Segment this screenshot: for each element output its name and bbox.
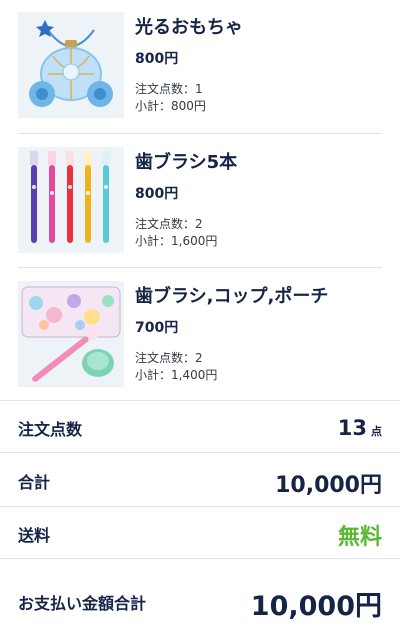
item-subtotal: 小計：1,400円: [135, 368, 218, 382]
item-subtotal: 小計：800円: [135, 99, 206, 113]
order-count-row: 注文点数 13 点: [18, 400, 382, 452]
order-count-number: 13: [337, 416, 367, 440]
toothbrush-cup-pouch-icon: [18, 281, 124, 387]
product-price: 700円: [135, 320, 179, 336]
product-image-toothbrushes: [18, 147, 124, 253]
shipping-row: 送料 無料: [18, 506, 382, 558]
grand-total-label: お支払い金額合計: [18, 594, 147, 613]
total-value: 10,000円: [275, 473, 382, 498]
product-name[interactable]: 歯ブラシ5本: [135, 151, 382, 175]
grand-total-row: お支払い金額合計 10,000円: [18, 558, 382, 626]
grand-total-value: 10,000円: [250, 591, 382, 622]
order-quantity: 注文点数：2: [135, 217, 203, 231]
total-row: 合計 10,000円: [18, 452, 382, 506]
shipping-value: 無料: [337, 525, 382, 550]
toothbrush-set-icon: [18, 147, 124, 253]
item-subtotal: 小計：1,600円: [135, 234, 218, 248]
order-quantity: 注文点数：1: [135, 82, 203, 96]
product-price: 800円: [135, 186, 179, 202]
total-label: 合計: [18, 473, 51, 492]
order-count-label: 注文点数: [18, 420, 83, 439]
order-count-unit: 点: [371, 425, 382, 438]
cart-item: 光るおもちゃ 800円 注文点数：1 小計：800円: [18, 12, 382, 142]
order-quantity: 注文点数：2: [135, 351, 203, 365]
product-name[interactable]: 歯ブラシ,コップ,ポーチ: [135, 285, 382, 309]
shipping-label: 送料: [18, 526, 51, 545]
order-summary-page: 光るおもちゃ 800円 注文点数：1 小計：800円 歯ブラシ5本 800円 注…: [0, 0, 400, 626]
divider: [18, 267, 382, 268]
product-image-toothbrush-cup-pouch: [18, 281, 124, 387]
light-toy-icon: [18, 12, 124, 118]
cart-item: 歯ブラシ5本 800円 注文点数：2 小計：1,600円: [18, 147, 382, 277]
cart-item: 歯ブラシ,コップ,ポーチ 700円 注文点数：2 小計：1,400円: [18, 281, 382, 411]
product-name[interactable]: 光るおもちゃ: [135, 16, 382, 40]
product-price: 800円: [135, 51, 179, 67]
product-image-light-toy: [18, 12, 124, 118]
divider: [18, 133, 382, 134]
order-count-value: 13 点: [338, 416, 382, 440]
